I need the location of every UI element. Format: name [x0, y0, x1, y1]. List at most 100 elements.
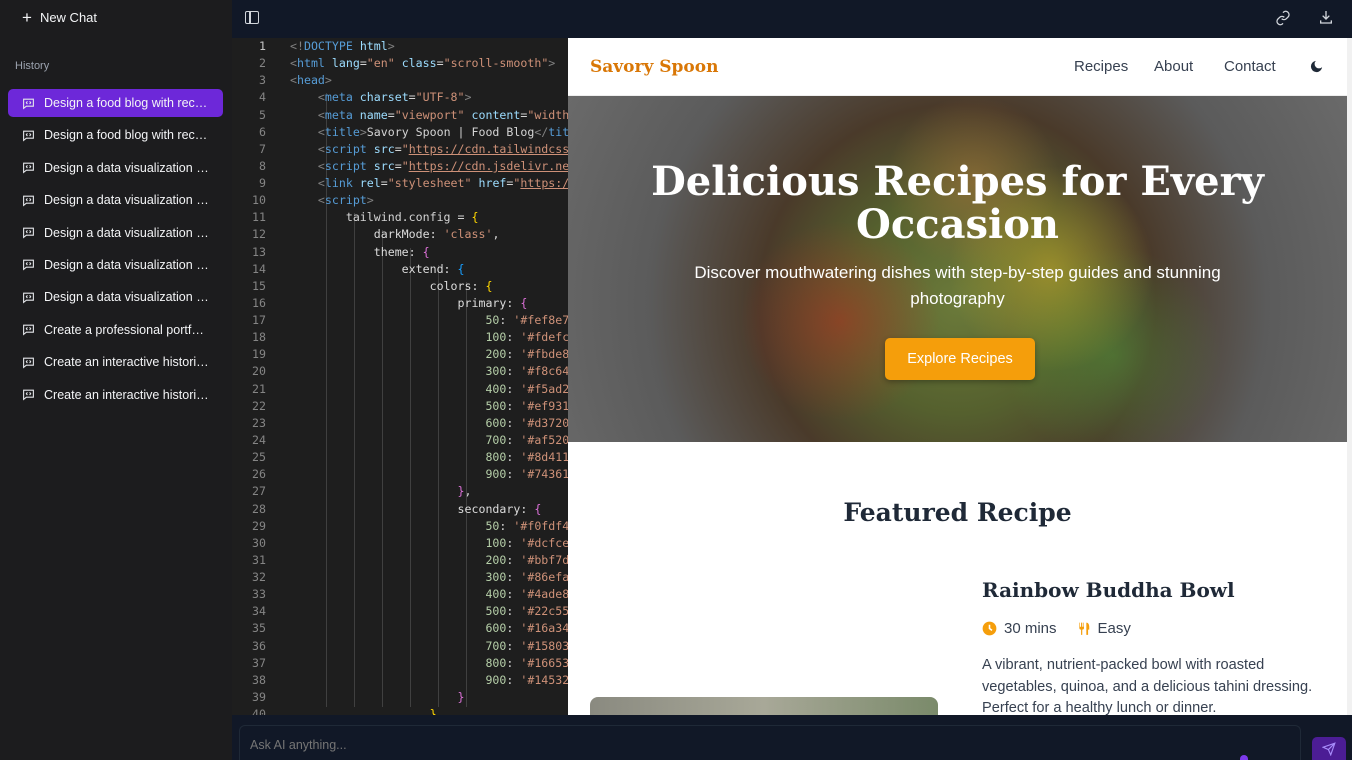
history-item[interactable]: Design a food blog with recip… — [8, 89, 223, 117]
history-item[interactable]: Create a professional portfoli… — [8, 316, 223, 344]
history-item[interactable]: Design a food blog with recip… — [8, 121, 223, 149]
code-line: 300: '#f8c64 — [290, 364, 568, 379]
history-item[interactable]: Create an interactive historic… — [8, 381, 223, 409]
line-number: 4 — [259, 90, 266, 105]
chat-code-icon — [23, 324, 34, 336]
send-icon — [1322, 742, 1336, 756]
line-number: 25 — [252, 450, 266, 465]
code-line: 50: '#fef8e7 — [290, 313, 568, 328]
code-line: secondary: { — [290, 501, 542, 516]
code-line: <head> — [290, 73, 332, 88]
link-icon[interactable] — [1275, 10, 1291, 26]
history-item[interactable]: Design a data visualization p… — [8, 154, 223, 182]
code-line: 800: '#16653 — [290, 655, 568, 670]
utensils-icon — [1078, 622, 1089, 635]
recipe-difficulty: Easy — [1097, 620, 1131, 637]
recipe-description: A vibrant, nutrient-packed bowl with roa… — [982, 657, 1313, 715]
sidebar: + New Chat History Design a food blog wi… — [0, 0, 232, 760]
line-number: 18 — [252, 330, 266, 345]
code-line: tailwind.config = { — [290, 210, 479, 225]
line-number: 19 — [252, 347, 266, 362]
code-line: <script> — [317, 193, 374, 208]
history-item-label: Create a professional portfoli… — [44, 322, 209, 337]
nav-about[interactable]: About — [1154, 58, 1193, 75]
history-item[interactable]: Design a data visualization p… — [8, 186, 223, 214]
sidebar-toggle-icon[interactable] — [245, 11, 259, 24]
history-item[interactable]: Design a data visualization p… — [8, 283, 223, 311]
line-number: 33 — [252, 587, 266, 602]
code-line: 600: '#16a34 — [290, 621, 568, 636]
recipe-meta: 30 mins Easy — [982, 620, 1131, 637]
code-line: <title>Savory Spoon | Food Blog</tit — [317, 124, 568, 139]
line-number: 40 — [252, 707, 266, 715]
code-line: 900: '#74361 — [290, 467, 568, 482]
send-button[interactable] — [1312, 737, 1346, 760]
moon-icon[interactable] — [1309, 59, 1324, 74]
line-number: 15 — [252, 278, 266, 293]
explore-recipes-button[interactable]: Explore Recipes — [885, 338, 1035, 380]
code-line: 700: '#af520 — [290, 432, 568, 447]
line-number: 1 — [259, 39, 266, 53]
history-item-label: Design a data visualization p… — [44, 257, 209, 272]
line-number: 39 — [252, 689, 266, 704]
chat-code-icon — [23, 389, 34, 401]
line-number: 38 — [252, 672, 266, 687]
code-line: <html lang="en" class="scroll-smooth"> — [290, 56, 556, 71]
code-line: <meta name="viewport" content="width — [317, 107, 568, 122]
line-number: 9 — [259, 176, 266, 191]
history-item-label: Design a data visualization p… — [44, 160, 209, 175]
history-item[interactable]: Create an interactive historic… — [8, 348, 223, 376]
line-number: 7 — [259, 141, 266, 156]
line-number: 8 — [259, 158, 266, 173]
history-item-label: Design a data visualization p… — [44, 193, 209, 208]
site-logo[interactable]: Savory Spoon — [590, 57, 718, 77]
line-number: 2 — [259, 56, 266, 71]
download-icon[interactable] — [1318, 9, 1334, 25]
line-number: 28 — [252, 501, 266, 516]
line-number: 6 — [259, 124, 266, 139]
chat-code-icon — [23, 227, 34, 239]
nav-contact[interactable]: Contact — [1224, 58, 1276, 75]
line-number: 34 — [252, 604, 266, 619]
code-line: 500: '#22c55 — [290, 604, 568, 619]
chat-input[interactable] — [239, 725, 1301, 760]
line-number: 21 — [252, 381, 266, 396]
preview-navbar: Savory Spoon Recipes About Contact — [568, 38, 1352, 96]
line-number: 35 — [252, 621, 266, 636]
recipe-image — [590, 697, 938, 715]
line-number: 22 — [252, 398, 266, 413]
clock-icon — [982, 621, 997, 636]
chat-code-icon — [23, 130, 34, 142]
line-number: 10 — [252, 193, 266, 208]
code-line: 50: '#f0fdf4 — [290, 518, 568, 533]
nav-recipes[interactable]: Recipes — [1074, 58, 1128, 75]
line-number: 37 — [252, 655, 266, 670]
history-list: Design a food blog with recip… Design a f… — [8, 89, 223, 413]
preview-scrollbar[interactable] — [1347, 38, 1352, 715]
new-chat-button[interactable]: + New Chat — [22, 8, 97, 26]
featured-heading: Featured Recipe — [843, 498, 1072, 527]
line-number: 30 — [252, 535, 266, 550]
chat-input-bar — [232, 715, 1352, 760]
history-item-label: Design a data visualization p… — [44, 225, 209, 240]
line-number: 26 — [252, 467, 266, 482]
line-number: 12 — [252, 227, 266, 242]
history-item-label: Create an interactive historic… — [44, 355, 209, 370]
line-number: 27 — [252, 484, 266, 499]
code-line: 900: '#14532 — [290, 672, 568, 687]
chat-code-icon — [23, 292, 34, 304]
line-number: 16 — [252, 295, 266, 310]
code-line: 300: '#86efa — [290, 570, 568, 585]
code-line: 200: '#fbde8 — [290, 347, 568, 362]
code-editor[interactable]: 1 <!DOCTYPE html> 2 <html lang="en" class="… — [232, 38, 568, 715]
plus-icon: + — [22, 7, 32, 27]
chat-code-icon — [23, 162, 34, 174]
status-dot — [1240, 755, 1248, 760]
history-item[interactable]: Design a data visualization p… — [8, 219, 223, 247]
code-line: 500: '#ef931 — [290, 398, 568, 413]
line-number: 14 — [252, 261, 266, 276]
history-item[interactable]: Design a data visualization p… — [8, 251, 223, 279]
history-item-label: Design a food blog with recip… — [44, 96, 209, 110]
code-line: 200: '#bbf7d — [290, 552, 568, 567]
code-line: primary: { — [290, 295, 528, 310]
